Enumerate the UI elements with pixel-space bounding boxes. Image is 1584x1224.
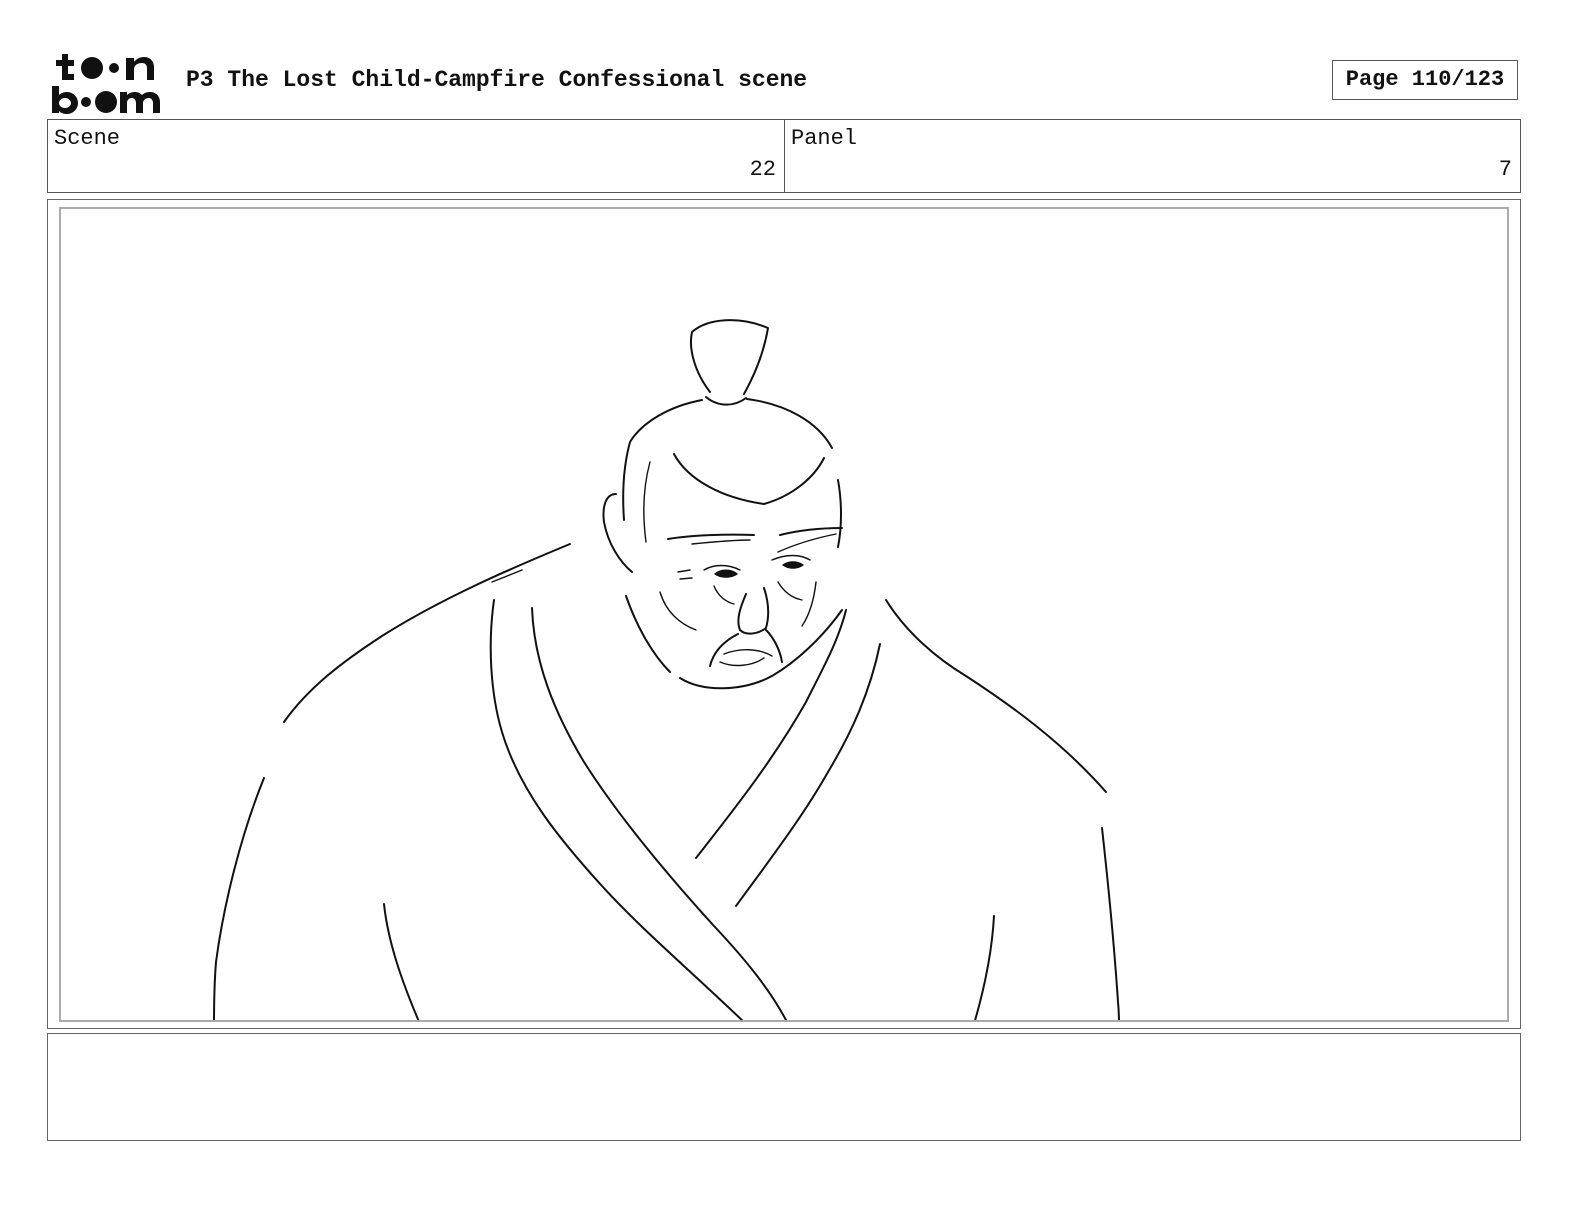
panel-label: Panel xyxy=(791,126,858,151)
panel-cell: Panel 7 xyxy=(785,120,1520,192)
scene-cell: Scene 22 xyxy=(48,120,785,192)
scene-panel-info-row: Scene 22 Panel 7 xyxy=(47,119,1521,193)
panel-caption-box xyxy=(47,1033,1521,1141)
character-sketch-drawing xyxy=(213,319,1120,1020)
panel-number: 7 xyxy=(1498,157,1512,182)
page-counter: Page 110/123 xyxy=(1332,60,1518,100)
scene-number: 22 xyxy=(749,157,776,182)
toon-boom-logo xyxy=(52,54,160,114)
storyboard-panel-frame xyxy=(47,199,1521,1029)
storyboard-panel-image xyxy=(59,207,1509,1022)
scene-label: Scene xyxy=(54,126,121,151)
document-title: P3 The Lost Child-Campfire Confessional … xyxy=(186,67,808,93)
